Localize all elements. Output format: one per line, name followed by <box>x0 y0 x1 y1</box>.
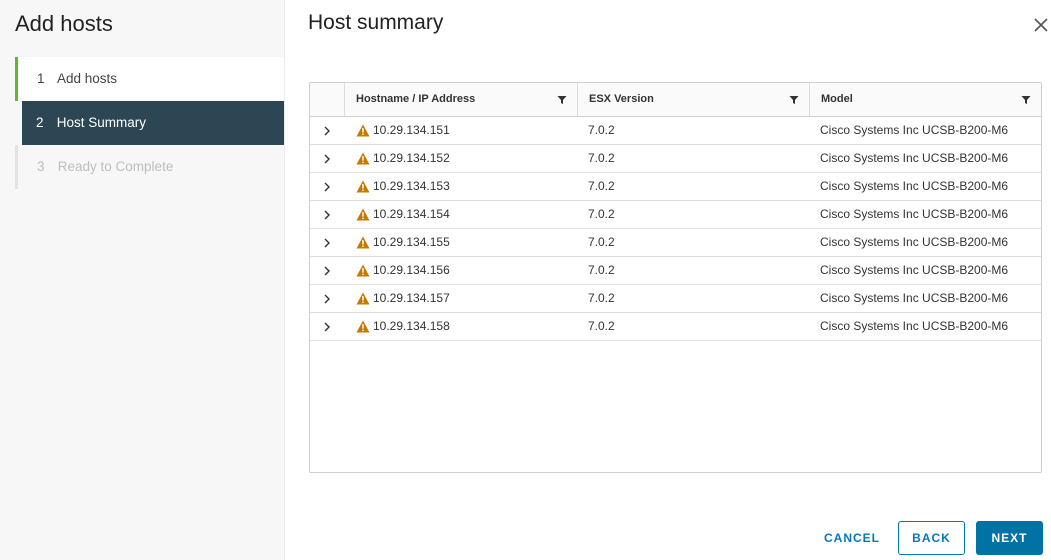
step-number: 3 <box>37 159 45 174</box>
wizard-sidebar: Add hosts 1 Add hosts 2 Host Summary 3 R… <box>0 0 285 560</box>
hostname-cell: 10.29.134.153 <box>344 173 577 200</box>
wizard-title: Add hosts <box>15 11 113 36</box>
expand-row-button[interactable] <box>310 173 344 200</box>
page-title: Host summary <box>308 11 444 34</box>
expand-column-header <box>310 83 344 116</box>
esx-version-cell: 7.0.2 <box>588 123 615 137</box>
hostname-cell: 10.29.134.158 <box>344 313 577 340</box>
esx-version-cell: 7.0.2 <box>588 263 615 277</box>
column-title: ESX Version <box>589 93 654 105</box>
expand-row-button[interactable] <box>310 201 344 228</box>
filter-icon[interactable] <box>557 95 567 105</box>
host-summary-grid: Hostname / IP Address ESX Version Model <box>309 82 1042 473</box>
step-number: 2 <box>36 115 44 130</box>
esx-version-cell: 7.0.2 <box>588 179 615 193</box>
warning-icon <box>356 264 370 277</box>
close-icon <box>1034 18 1048 32</box>
step-label: Add hosts <box>57 71 118 86</box>
back-button[interactable]: BACK <box>898 521 965 555</box>
hostname-text: 10.29.134.157 <box>373 291 450 305</box>
filter-icon[interactable] <box>1021 95 1031 105</box>
step-label: Host Summary <box>56 115 147 130</box>
filter-icon[interactable] <box>789 95 799 105</box>
warning-icon <box>356 208 370 221</box>
table-row[interactable]: 10.29.134.157 7.0.2 Cisco Systems Inc UC… <box>310 285 1041 313</box>
expand-row-button[interactable] <box>310 145 344 172</box>
grid-header: Hostname / IP Address ESX Version Model <box>310 83 1041 117</box>
step-ready-to-complete: 3 Ready to Complete <box>15 145 284 189</box>
warning-icon <box>356 320 370 333</box>
chevron-right-icon <box>324 238 330 248</box>
hostname-text: 10.29.134.158 <box>373 319 450 333</box>
esx-version-cell: 7.0.2 <box>588 291 615 305</box>
warning-icon <box>356 292 370 305</box>
column-title: Hostname / IP Address <box>356 93 476 105</box>
table-row[interactable]: 10.29.134.158 7.0.2 Cisco Systems Inc UC… <box>310 313 1041 341</box>
next-button[interactable]: NEXT <box>976 521 1043 555</box>
table-row[interactable]: 10.29.134.152 7.0.2 Cisco Systems Inc UC… <box>310 145 1041 173</box>
wizard-steps: 1 Add hosts 2 Host Summary 3 Ready to Co… <box>15 57 284 189</box>
table-row[interactable]: 10.29.134.154 7.0.2 Cisco Systems Inc UC… <box>310 201 1041 229</box>
hostname-text: 10.29.134.152 <box>373 151 450 165</box>
step-add-hosts[interactable]: 1 Add hosts <box>15 57 284 101</box>
table-row[interactable]: 10.29.134.156 7.0.2 Cisco Systems Inc UC… <box>310 257 1041 285</box>
warning-icon <box>356 180 370 193</box>
cancel-button[interactable]: CANCEL <box>815 521 889 555</box>
warning-icon <box>356 152 370 165</box>
esx-version-cell: 7.0.2 <box>588 319 615 333</box>
step-number: 1 <box>37 71 45 86</box>
model-cell: Cisco Systems Inc UCSB-B200-M6 <box>820 207 1009 221</box>
grid-body: 10.29.134.151 7.0.2 Cisco Systems Inc UC… <box>310 117 1041 341</box>
model-cell: Cisco Systems Inc UCSB-B200-M6 <box>820 179 1009 193</box>
chevron-right-icon <box>324 182 330 192</box>
hostname-text: 10.29.134.154 <box>373 207 450 221</box>
hostname-cell: 10.29.134.152 <box>344 145 577 172</box>
esx-version-cell: 7.0.2 <box>588 151 615 165</box>
hostname-cell: 10.29.134.155 <box>344 229 577 256</box>
hostname-text: 10.29.134.153 <box>373 179 450 193</box>
step-host-summary[interactable]: 2 Host Summary <box>22 101 284 145</box>
column-header-hostname[interactable]: Hostname / IP Address <box>344 83 577 116</box>
close-button[interactable] <box>1030 14 1051 36</box>
warning-icon <box>356 124 370 137</box>
expand-row-button[interactable] <box>310 313 344 340</box>
hostname-cell: 10.29.134.156 <box>344 257 577 284</box>
expand-row-button[interactable] <box>310 117 344 144</box>
model-cell: Cisco Systems Inc UCSB-B200-M6 <box>820 235 1009 249</box>
table-row[interactable]: 10.29.134.155 7.0.2 Cisco Systems Inc UC… <box>310 229 1041 257</box>
chevron-right-icon <box>324 210 330 220</box>
hostname-cell: 10.29.134.157 <box>344 285 577 312</box>
column-header-model[interactable]: Model <box>809 83 1041 116</box>
expand-row-button[interactable] <box>310 285 344 312</box>
hostname-text: 10.29.134.155 <box>373 235 450 249</box>
table-row[interactable]: 10.29.134.153 7.0.2 Cisco Systems Inc UC… <box>310 173 1041 201</box>
model-cell: Cisco Systems Inc UCSB-B200-M6 <box>820 151 1009 165</box>
model-cell: Cisco Systems Inc UCSB-B200-M6 <box>820 291 1009 305</box>
model-cell: Cisco Systems Inc UCSB-B200-M6 <box>820 123 1009 137</box>
hostname-text: 10.29.134.151 <box>373 123 450 137</box>
hostname-cell: 10.29.134.151 <box>344 117 577 144</box>
chevron-right-icon <box>324 126 330 136</box>
chevron-right-icon <box>324 154 330 164</box>
expand-row-button[interactable] <box>310 257 344 284</box>
step-label: Ready to Complete <box>57 159 174 174</box>
chevron-right-icon <box>324 266 330 276</box>
column-title: Model <box>821 93 853 105</box>
warning-icon <box>356 236 370 249</box>
chevron-right-icon <box>324 322 330 332</box>
hostname-cell: 10.29.134.154 <box>344 201 577 228</box>
expand-row-button[interactable] <box>310 229 344 256</box>
esx-version-cell: 7.0.2 <box>588 207 615 221</box>
chevron-right-icon <box>324 294 330 304</box>
table-row[interactable]: 10.29.134.151 7.0.2 Cisco Systems Inc UC… <box>310 117 1041 145</box>
hostname-text: 10.29.134.156 <box>373 263 450 277</box>
column-header-esx-version[interactable]: ESX Version <box>577 83 809 116</box>
esx-version-cell: 7.0.2 <box>588 235 615 249</box>
model-cell: Cisco Systems Inc UCSB-B200-M6 <box>820 319 1009 333</box>
model-cell: Cisco Systems Inc UCSB-B200-M6 <box>820 263 1009 277</box>
